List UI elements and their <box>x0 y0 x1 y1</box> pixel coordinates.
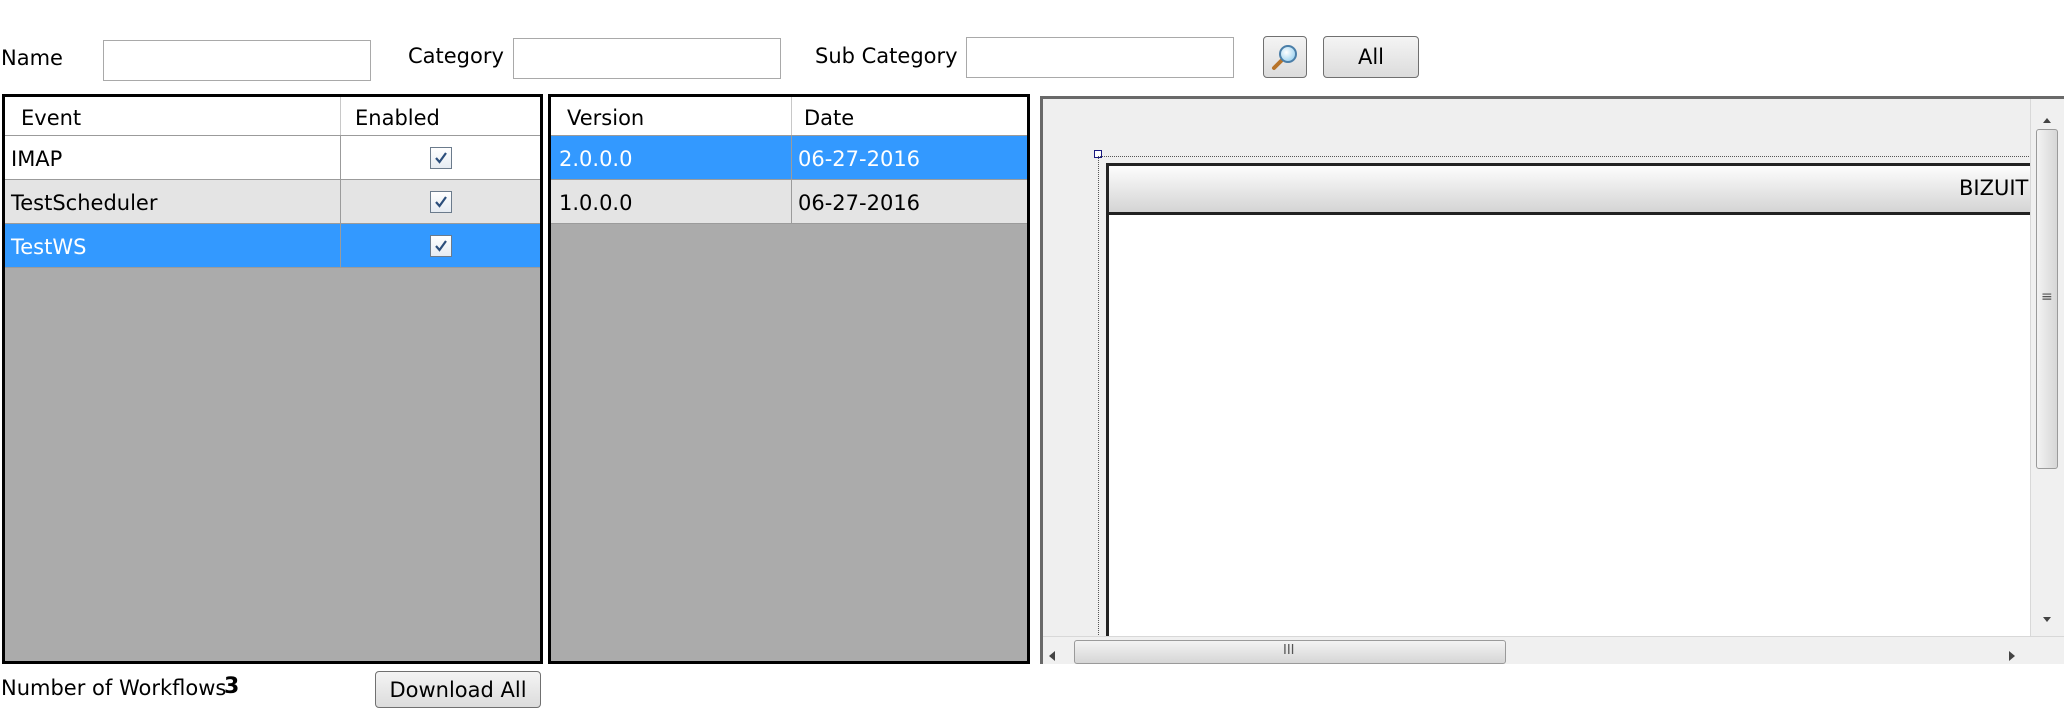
event-name-cell: TestScheduler <box>5 180 341 223</box>
event-name-cell: TestWS <box>5 224 341 267</box>
enabled-checkbox[interactable] <box>429 146 452 169</box>
grip-icon: III <box>1283 643 1295 658</box>
vertical-scrollbar[interactable]: ≡ <box>2030 99 2064 636</box>
vertical-scroll-thumb[interactable]: ≡ <box>2036 129 2058 469</box>
checkmark-icon <box>434 195 447 208</box>
category-label: Category <box>408 44 504 68</box>
column-header-version[interactable]: Version <box>551 97 792 135</box>
versions-grid[interactable]: Version Date 2.0.0.0 06-27-2016 1.0.0.0 … <box>548 94 1030 664</box>
enabled-cell <box>341 136 540 179</box>
canvas-header-bar: BIZUIT <box>1109 166 2064 215</box>
magnifier-icon <box>1270 42 1300 72</box>
download-all-button[interactable]: Download All <box>375 671 541 708</box>
designer-canvas[interactable]: BIZUIT D <box>1106 163 2064 664</box>
sub-category-label: Sub Category <box>815 44 958 68</box>
table-row[interactable]: 1.0.0.0 06-27-2016 <box>551 180 1027 224</box>
checkmark-icon <box>434 151 447 164</box>
table-row-selected[interactable]: 2.0.0.0 06-27-2016 <box>551 136 1027 180</box>
version-cell: 1.0.0.0 <box>551 180 792 223</box>
sub-category-input[interactable] <box>966 37 1234 78</box>
table-row[interactable]: TestScheduler <box>5 180 540 224</box>
grip-icon: ≡ <box>2041 289 2053 305</box>
canvas-header-title: BIZUIT <box>1959 176 2029 200</box>
events-grid[interactable]: Event Enabled IMAP TestScheduler TestWS <box>2 94 543 664</box>
date-cell: 06-27-2016 <box>798 191 921 215</box>
enabled-checkbox[interactable] <box>429 190 452 213</box>
versions-grid-header: Version Date <box>551 97 1027 136</box>
all-button[interactable]: All <box>1323 36 1419 78</box>
table-row-selected[interactable]: TestWS <box>5 224 540 268</box>
checkmark-icon <box>434 239 447 252</box>
table-row[interactable]: IMAP <box>5 136 540 180</box>
event-name-cell: IMAP <box>5 136 341 179</box>
column-header-date[interactable]: Date <box>792 97 1027 135</box>
date-cell: 06-27-2016 <box>798 147 921 171</box>
enabled-checkbox[interactable] <box>429 234 452 257</box>
workflow-count-label: Number of Workflows <box>1 676 227 700</box>
scroll-right-arrow-icon[interactable] <box>2005 645 2019 661</box>
enabled-cell <box>341 224 540 267</box>
events-grid-header: Event Enabled <box>5 97 540 136</box>
version-cell: 2.0.0.0 <box>551 136 792 179</box>
column-header-event[interactable]: Event <box>5 97 341 135</box>
workflow-count-value: 3 <box>224 674 240 699</box>
search-button[interactable] <box>1263 36 1307 78</box>
name-input[interactable] <box>103 40 371 81</box>
column-header-enabled[interactable]: Enabled <box>341 97 540 135</box>
scroll-down-arrow-icon[interactable] <box>2039 607 2055 622</box>
workflow-preview-pane[interactable]: BIZUIT D ≡ III <box>1040 96 2064 664</box>
category-input[interactable] <box>513 38 781 79</box>
horizontal-scroll-thumb[interactable]: III <box>1074 640 1506 664</box>
name-label: Name <box>1 46 63 70</box>
scroll-up-arrow-icon[interactable] <box>2039 107 2055 123</box>
enabled-cell <box>341 180 540 223</box>
horizontal-scrollbar[interactable]: III <box>1043 636 2064 664</box>
scroll-left-arrow-icon[interactable] <box>1045 645 1059 661</box>
